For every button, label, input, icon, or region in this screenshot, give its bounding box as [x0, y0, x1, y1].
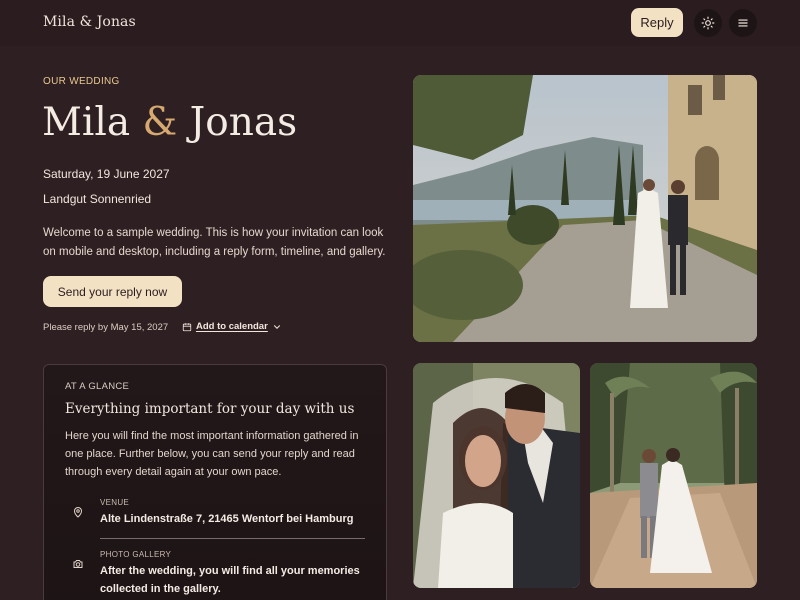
- card-heading: Everything important for your day with u…: [65, 401, 355, 417]
- title-ampersand: &: [142, 100, 178, 145]
- reply-button[interactable]: Reply: [631, 8, 683, 37]
- gallery-description: After the wedding, you will find all you…: [100, 565, 360, 595]
- theme-toggle-button[interactable]: [694, 9, 722, 37]
- menu-button[interactable]: [729, 9, 757, 37]
- title-name-2: Jonas: [189, 100, 298, 145]
- gallery-photo-palm-garden: [590, 363, 757, 588]
- card-eyebrow: AT A GLANCE: [65, 381, 130, 392]
- wedding-venue: Landgut Sonnenried: [43, 192, 152, 206]
- page-title: Mila & Jonas: [42, 100, 297, 145]
- divider: [100, 538, 365, 539]
- reply-deadline: Please reply by May 15, 2027: [43, 322, 169, 333]
- wedding-date: Saturday, 19 June 2027: [43, 167, 170, 181]
- venue-label: VENUE: [100, 498, 130, 507]
- section-eyebrow: OUR WEDDING: [43, 76, 120, 87]
- hamburger-menu-icon: [738, 19, 748, 27]
- at-a-glance-card: AT A GLANCE Everything important for you…: [43, 364, 387, 600]
- venue-address: Alte Lindenstraße 7, 21465 Wentorf bei H…: [100, 513, 354, 525]
- gallery-label: PHOTO GALLERY: [100, 550, 172, 559]
- hero-photo-couple-walking: [413, 75, 757, 342]
- chevron-down-icon: [273, 324, 280, 329]
- map-pin-icon: [73, 507, 83, 518]
- calendar-icon: [182, 322, 192, 331]
- send-reply-button[interactable]: Send your reply now: [43, 276, 182, 307]
- camera-icon: [73, 560, 83, 568]
- gallery-photo-veil-kiss: [413, 363, 580, 588]
- sun-icon: [701, 16, 715, 30]
- add-to-calendar-label: Add to calendar: [196, 321, 268, 332]
- brand-name[interactable]: Mila & Jonas: [43, 14, 136, 30]
- add-to-calendar-button[interactable]: Add to calendar: [182, 321, 282, 332]
- title-name-1: Mila: [42, 100, 131, 145]
- intro-text: Welcome to a sample wedding. This is how…: [43, 227, 386, 258]
- card-body: Here you will find the most important in…: [65, 430, 359, 478]
